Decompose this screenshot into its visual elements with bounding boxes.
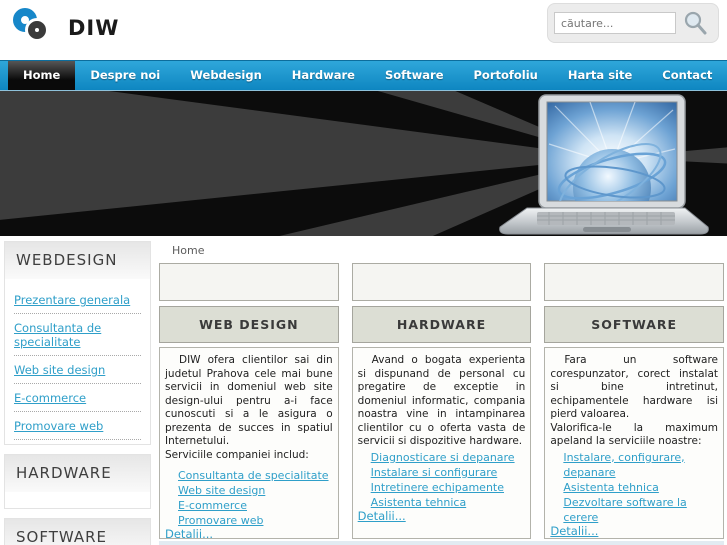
- column-body-software: Fara un software corespunzator, corect i…: [544, 347, 725, 539]
- column-title-webdesign: WEB DESIGN: [159, 306, 339, 343]
- column-intro: Avand o bogata experienta si dispunand d…: [357, 354, 526, 447]
- link-intretinere-echipamente[interactable]: Intretinere echipamente: [371, 480, 526, 495]
- column-webdesign: WEB DESIGN DIW ofera clientilor sai din …: [159, 263, 339, 539]
- column-software: SOFTWARE Fara un software corespunzator,…: [544, 263, 725, 539]
- link-web-site-design[interactable]: Web site design: [178, 483, 333, 498]
- search-area: [547, 3, 719, 43]
- column-intro: DIW ofera clientilor sai din judetul Pra…: [165, 354, 333, 447]
- main-navigation: Home Despre noi Webdesign Hardware Softw…: [0, 60, 727, 91]
- link-e-commerce[interactable]: E-commerce: [178, 498, 333, 513]
- breadcrumb: Home: [172, 244, 205, 257]
- link-consultanta-de-specialitate[interactable]: Consultanta de specialitate: [178, 468, 333, 483]
- link-instalare-configurare-depanare[interactable]: Instalare, configurare, depanare: [563, 450, 718, 480]
- nav-item-software[interactable]: Software: [370, 61, 459, 90]
- column-links: Instalare, configurare, depanare Asisten…: [550, 450, 718, 525]
- column-links: Diagnosticare si depanare Instalare si c…: [358, 450, 526, 510]
- column-subtitle: Valorifica-le la maximum apeland la serv…: [550, 421, 719, 448]
- nav-item-webdesign[interactable]: Webdesign: [175, 61, 277, 90]
- sidebar-heading-webdesign: WEBDESIGN: [5, 242, 150, 279]
- column-image-placeholder: [544, 263, 725, 301]
- link-asistenta-tehnica[interactable]: Asistenta tehnica: [371, 495, 526, 510]
- logo-rings-icon: [10, 5, 60, 51]
- column-links: Consultanta de specialitate Web site des…: [165, 468, 333, 528]
- logo-text: DIW: [68, 16, 120, 40]
- column-body-webdesign: DIW ofera clientilor sai din judetul Pra…: [159, 347, 339, 539]
- nav-item-home[interactable]: Home: [8, 61, 76, 90]
- laptop-globe-image: [499, 94, 709, 235]
- sidebar-heading-software: SOFTWARE: [5, 519, 150, 545]
- nav-item-despre-noi[interactable]: Despre noi: [75, 61, 175, 90]
- link-diagnosticare-si-depanare[interactable]: Diagnosticare si depanare: [371, 450, 526, 465]
- sidebar-section-webdesign: WEBDESIGN Prezentare generala Consultant…: [4, 241, 151, 445]
- detalii-link-webdesign[interactable]: Detalii...: [165, 527, 333, 538]
- column-title-software: SOFTWARE: [544, 306, 725, 343]
- sidebar: WEBDESIGN Prezentare generala Consultant…: [4, 241, 151, 545]
- column-intro: Fara un software corespunzator, corect i…: [550, 354, 719, 420]
- link-promovare-web[interactable]: Promovare web: [178, 513, 333, 528]
- search-button[interactable]: [680, 8, 710, 38]
- link-asistenta-tehnica-sw[interactable]: Asistenta tehnica: [563, 480, 718, 495]
- hero-banner: [0, 91, 727, 236]
- link-instalare-si-configurare[interactable]: Instalare si configurare: [371, 465, 526, 480]
- sidebar-link-prezentare-generala[interactable]: Prezentare generala: [14, 286, 141, 314]
- sidebar-heading-hardware: HARDWARE: [5, 455, 150, 492]
- nav-item-harta-site[interactable]: Harta site: [553, 61, 647, 90]
- main-panel: Home WEB DESIGN DIW ofera clientilor sai…: [159, 241, 725, 545]
- column-subtitle: Serviciile companiei includ:: [165, 448, 309, 461]
- nav-item-contact[interactable]: Contact: [647, 61, 727, 90]
- search-icon: [684, 11, 707, 35]
- column-title-hardware: HARDWARE: [351, 306, 532, 343]
- sidebar-link-web-site-design[interactable]: Web site design: [14, 356, 141, 384]
- detalii-link-software[interactable]: Detalii...: [550, 524, 718, 539]
- bottom-strip: [159, 541, 724, 545]
- sidebar-section-hardware: HARDWARE: [4, 454, 151, 509]
- columns-grid: WEB DESIGN DIW ofera clientilor sai din …: [159, 263, 725, 539]
- detalii-link-hardware[interactable]: Detalii...: [358, 509, 526, 524]
- logo-dark-ring: [28, 21, 46, 39]
- link-dezvoltare-software-la-cerere[interactable]: Dezvoltare software la cerere: [563, 495, 718, 525]
- sidebar-links: Prezentare generala Consultanta de speci…: [5, 279, 150, 444]
- header: DIW: [0, 0, 727, 60]
- sidebar-link-ecommerce[interactable]: E-commerce: [14, 384, 141, 412]
- nav-item-hardware[interactable]: Hardware: [277, 61, 370, 90]
- column-image-placeholder: [159, 263, 339, 301]
- nav-item-portofoliu[interactable]: Portofoliu: [459, 61, 553, 90]
- content-area: WEBDESIGN Prezentare generala Consultant…: [0, 236, 727, 545]
- search-input[interactable]: [554, 12, 676, 34]
- logo: DIW: [10, 5, 119, 51]
- sidebar-link-promovare-web[interactable]: Promovare web: [14, 412, 141, 440]
- sidebar-link-consultanta[interactable]: Consultanta de specialitate: [14, 314, 141, 356]
- sidebar-section-software: SOFTWARE APLICATIE UNIVSAL: [4, 518, 151, 545]
- column-body-hardware: Avand o bogata experienta si dispunand d…: [351, 347, 532, 539]
- column-hardware: HARDWARE Avand o bogata experienta si di…: [351, 263, 532, 539]
- column-image-placeholder: [351, 263, 532, 301]
